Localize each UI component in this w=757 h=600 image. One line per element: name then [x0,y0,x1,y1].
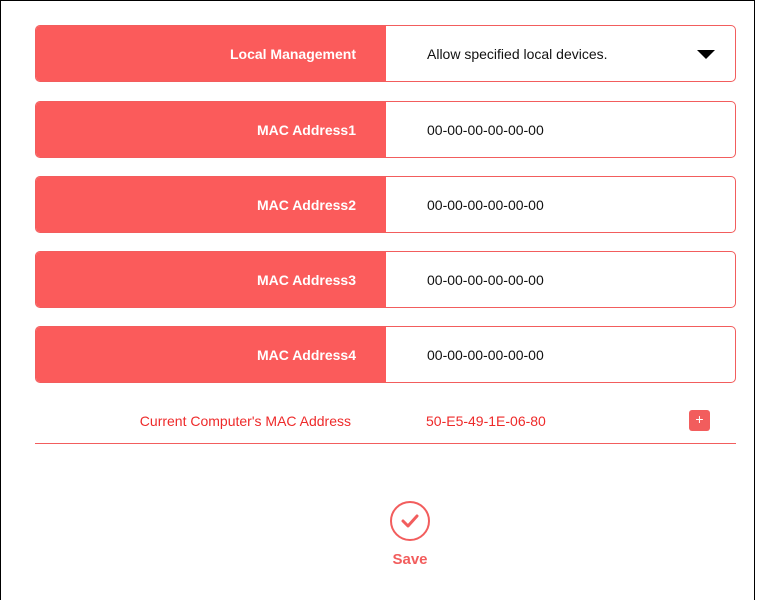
check-icon[interactable] [390,501,430,541]
add-current-mac-button[interactable]: + [689,410,710,431]
local-management-label: Local Management [36,26,386,81]
save-label: Save [392,551,428,568]
mac-address-4-input[interactable]: 00-00-00-00-00-00 [386,327,735,382]
mac-address-4-row: MAC Address4 00-00-00-00-00-00 [35,326,736,383]
mac-address-1-row: MAC Address1 00-00-00-00-00-00 [35,101,736,158]
local-management-selected-value: Allow specified local devices. [427,45,608,62]
mac-address-2-row: MAC Address2 00-00-00-00-00-00 [35,176,736,233]
mac-address-1-label: MAC Address1 [36,102,386,157]
mac-address-3-input[interactable]: 00-00-00-00-00-00 [386,252,735,307]
current-mac-label: Current Computer's MAC Address [139,413,351,429]
local-management-row: Local Management Allow specified local d… [35,25,736,82]
plus-icon: + [695,411,704,427]
mac-address-1-input[interactable]: 00-00-00-00-00-00 [386,102,735,157]
mac-address-2-input[interactable]: 00-00-00-00-00-00 [386,177,735,232]
caret-down-icon[interactable] [697,49,715,59]
local-management-select[interactable]: Allow specified local devices. [386,26,735,81]
mac-address-2-label: MAC Address2 [36,177,386,232]
mac-address-3-row: MAC Address3 00-00-00-00-00-00 [35,251,736,308]
current-mac-row: Current Computer's MAC Address 50-E5-49-… [35,400,736,444]
mac-address-3-label: MAC Address3 [36,252,386,307]
current-mac-value: 50-E5-49-1E-06-80 [426,413,546,429]
save-button[interactable]: Save [387,501,433,568]
mac-address-4-label: MAC Address4 [36,327,386,382]
